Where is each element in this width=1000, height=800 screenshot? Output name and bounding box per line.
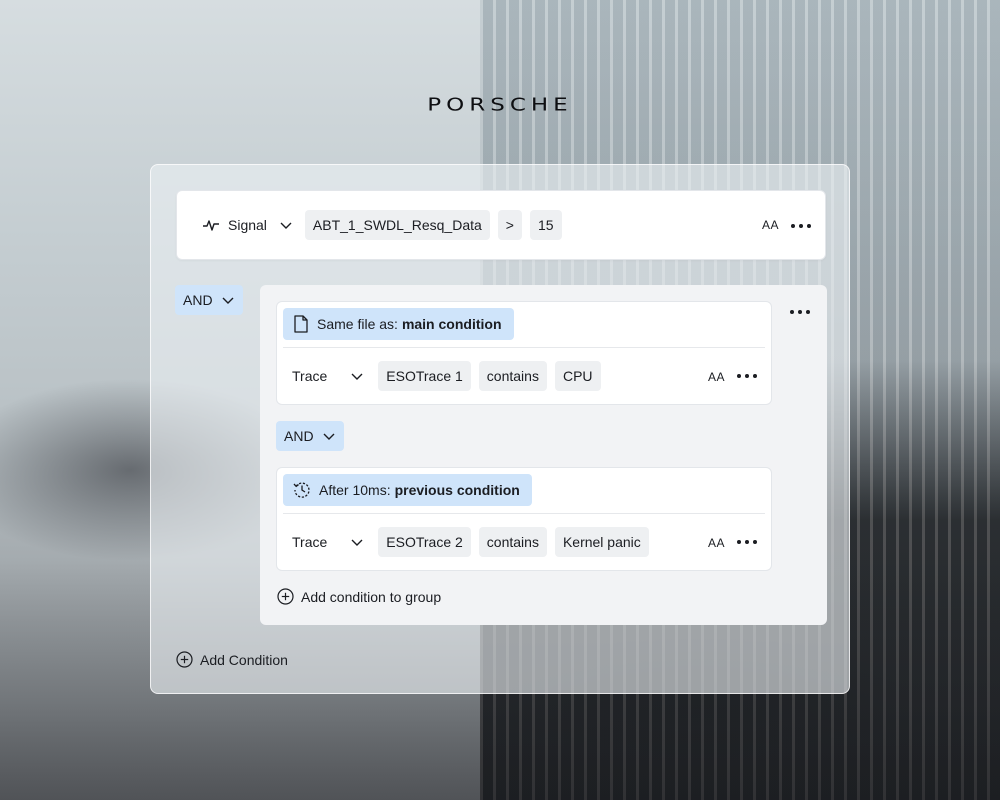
operator-chip[interactable]: contains (478, 361, 547, 391)
group-more-options-icon[interactable] (790, 305, 810, 319)
signal-name-chip[interactable]: ABT_1_SWDL_Resq_Data (304, 210, 490, 240)
chevron-down-icon (351, 539, 363, 546)
porsche-logo: PORSCHE (427, 94, 573, 116)
signal-wave-icon (203, 220, 219, 231)
trace-type-selector[interactable]: Trace (292, 368, 364, 384)
trace-type-label: Trace (292, 534, 328, 550)
group-condition-card: After 10ms: previous condition Trace ESO… (276, 467, 772, 571)
inner-operator-label: AND (284, 428, 314, 444)
trace-source-chip[interactable]: ESOTrace 1 (378, 361, 471, 391)
condition-builder-panel: Signal ABT_1_SWDL_Resq_Data > 15 AA AND (150, 164, 850, 694)
case-sensitive-toggle[interactable]: AA (762, 218, 779, 232)
value-chip[interactable]: CPU (554, 361, 601, 391)
file-icon (294, 315, 308, 333)
trace-source-chip[interactable]: ESOTrace 2 (378, 527, 471, 557)
value-chip[interactable]: Kernel panic (554, 527, 649, 557)
group-operator-label: AND (183, 292, 213, 308)
add-condition-to-group-label: Add condition to group (301, 588, 442, 605)
clock-history-icon (293, 482, 310, 498)
group-condition-card: Same file as: main condition Trace ESOTr… (276, 301, 772, 405)
operator-chip[interactable]: contains (478, 527, 547, 557)
divider (283, 347, 765, 348)
plus-circle-icon (277, 588, 294, 605)
signal-type-selector[interactable]: Signal (202, 217, 293, 233)
value-chip[interactable]: 15 (529, 210, 562, 240)
signal-type-label: Signal (228, 217, 267, 233)
operator-chip[interactable]: > (497, 210, 522, 240)
case-sensitive-toggle[interactable]: AA (708, 536, 725, 550)
divider (283, 513, 765, 514)
plus-circle-icon (176, 651, 193, 668)
inner-operator-dropdown[interactable]: AND (276, 421, 344, 451)
add-condition-button[interactable]: Add Condition (176, 651, 288, 668)
badge-target: main condition (401, 316, 502, 332)
chevron-down-icon (351, 373, 363, 380)
badge-prefix: Same file as: (317, 316, 398, 332)
badge-target: previous condition (394, 482, 520, 498)
trace-type-selector[interactable]: Trace (292, 534, 364, 550)
chevron-down-icon (323, 433, 335, 440)
same-file-badge[interactable]: Same file as: main condition (283, 308, 514, 340)
more-options-icon[interactable] (737, 369, 757, 383)
more-options-icon[interactable] (791, 219, 811, 233)
after-delay-badge[interactable]: After 10ms: previous condition (283, 474, 532, 506)
chevron-down-icon (222, 297, 234, 304)
trace-type-label: Trace (292, 368, 328, 384)
group-operator-dropdown[interactable]: AND (175, 285, 243, 315)
badge-prefix: After 10ms: (319, 482, 391, 498)
condition-group: Same file as: main condition Trace ESOTr… (260, 285, 827, 625)
add-condition-to-group-button[interactable]: Add condition to group (277, 588, 441, 605)
more-options-icon[interactable] (737, 535, 757, 549)
case-sensitive-toggle[interactable]: AA (708, 370, 725, 384)
main-condition-card: Signal ABT_1_SWDL_Resq_Data > 15 AA (176, 190, 826, 260)
chevron-down-icon (280, 222, 292, 229)
add-condition-label: Add Condition (200, 651, 288, 668)
